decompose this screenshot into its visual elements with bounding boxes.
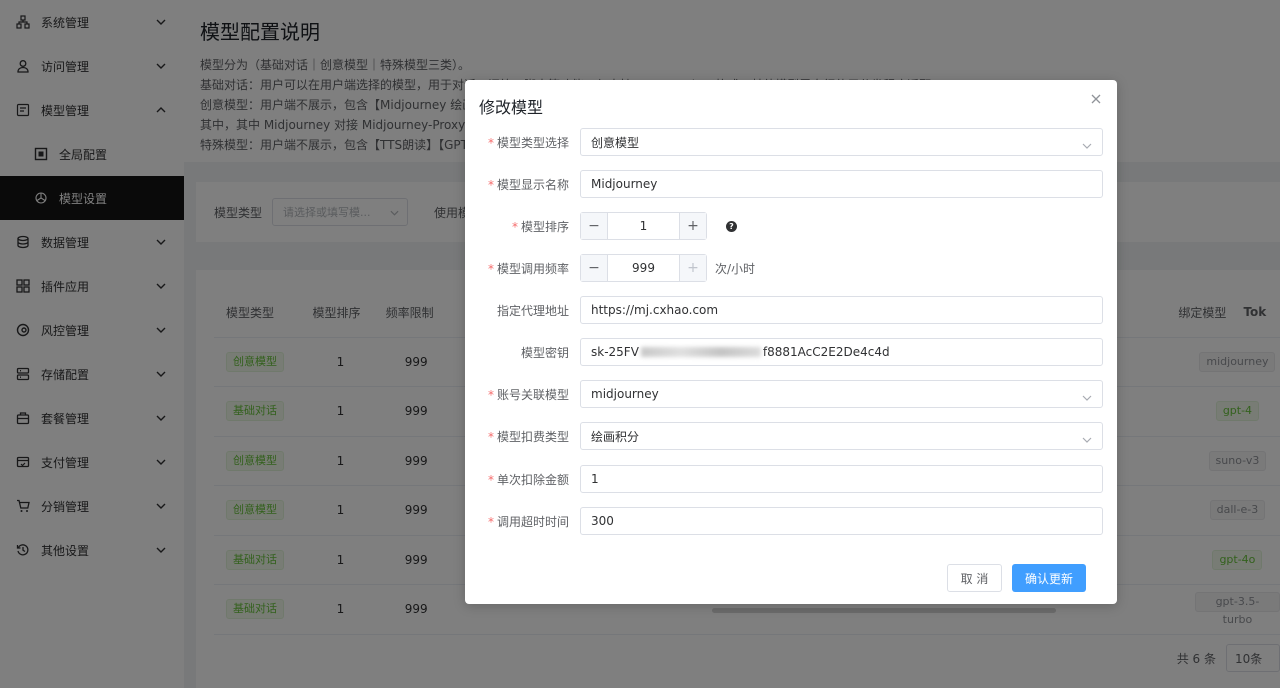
- label-text: 账号关联模型: [496, 387, 569, 402]
- help-icon[interactable]: ?: [726, 220, 737, 232]
- label-text: 模型扣费类型: [496, 429, 569, 444]
- form-row-proxy: 指定代理地址 https://mj.cxhao.com: [465, 296, 1117, 324]
- decrement-button[interactable]: −: [581, 213, 608, 239]
- deduct-amount-input[interactable]: 1: [580, 465, 1103, 493]
- label-text: 模型显示名称: [496, 177, 569, 192]
- proxy-url-input[interactable]: https://mj.cxhao.com: [580, 296, 1103, 324]
- form-label: * 模型调用频率: [487, 261, 569, 276]
- order-stepper: − 1 +: [580, 212, 707, 240]
- form-label: * 单次扣除金额: [487, 472, 569, 487]
- form-label: * 账号关联模型: [487, 387, 569, 402]
- form-row-order: * 模型排序 − 1 + ?: [465, 212, 1117, 240]
- rate-stepper: − 999 +: [580, 254, 707, 282]
- stepper-value[interactable]: 999: [608, 255, 679, 281]
- confirm-update-button[interactable]: 确认更新: [1012, 564, 1086, 592]
- decrement-button[interactable]: −: [581, 255, 608, 281]
- bind-model-select[interactable]: midjourney: [580, 380, 1103, 408]
- form-row-name: * 模型显示名称 Midjourney: [465, 170, 1117, 198]
- label-text: 指定代理地址: [496, 303, 569, 318]
- edit-model-dialog: 修改模型 * 模型类型选择 创意模型 * 模型显示名称 Midjourney * 模型…: [465, 80, 1117, 604]
- stepper-value[interactable]: 1: [608, 213, 679, 239]
- form-label: * 模型类型选择: [487, 135, 569, 150]
- label-text: 模型密钥: [520, 345, 569, 360]
- form-row-deduct-amount: * 单次扣除金额 1: [465, 465, 1117, 493]
- form-label: * 模型显示名称: [487, 177, 569, 192]
- api-key-input[interactable]: sk-25FV f8881AcC2E2De4c4d: [580, 338, 1103, 366]
- select-value: 绘画积分: [591, 429, 640, 444]
- form-row-rate: * 模型调用频率 − 999 + 次/小时: [465, 254, 1117, 282]
- label-text: 调用超时时间: [496, 514, 569, 529]
- model-name-input[interactable]: Midjourney: [580, 170, 1103, 198]
- dialog-title: 修改模型: [479, 98, 544, 117]
- horizontal-scrollbar[interactable]: [712, 608, 1056, 613]
- form-row-key: 模型密钥 sk-25FV f8881AcC2E2De4c4d: [465, 338, 1117, 366]
- form-label: * 模型排序: [511, 219, 569, 234]
- key-redacted: [640, 347, 761, 357]
- chevron-down-icon: [1082, 138, 1092, 149]
- label-text: 模型类型选择: [496, 135, 569, 150]
- model-type-select[interactable]: 创意模型: [580, 128, 1103, 156]
- form-row-deduct-type: * 模型扣费类型 绘画积分: [465, 422, 1117, 450]
- form-row-type: * 模型类型选择 创意模型: [465, 128, 1117, 156]
- key-suffix: f8881AcC2E2De4c4d: [762, 345, 890, 359]
- label-text: 单次扣除金额: [496, 472, 569, 487]
- label-text: 模型排序: [520, 219, 569, 234]
- chevron-down-icon: [1082, 390, 1092, 401]
- increment-button[interactable]: +: [679, 213, 706, 239]
- form-label: * 模型扣费类型: [487, 429, 569, 444]
- close-icon[interactable]: [1089, 92, 1103, 106]
- cancel-button[interactable]: 取 消: [947, 564, 1002, 592]
- label-text: 模型调用频率: [496, 261, 569, 276]
- form-row-timeout: * 调用超时时间 300: [465, 507, 1117, 535]
- form-label: * 调用超时时间: [487, 514, 569, 529]
- timeout-input[interactable]: 300: [580, 507, 1103, 535]
- select-value: 创意模型: [591, 135, 640, 150]
- deduct-type-select[interactable]: 绘画积分: [580, 422, 1103, 450]
- form-row-bind: * 账号关联模型 midjourney: [465, 380, 1117, 408]
- key-prefix: sk-25FV: [591, 345, 639, 359]
- increment-button[interactable]: +: [679, 255, 706, 281]
- select-value: midjourney: [591, 387, 659, 401]
- rate-unit: 次/小时: [715, 261, 756, 276]
- chevron-down-icon: [1082, 432, 1092, 443]
